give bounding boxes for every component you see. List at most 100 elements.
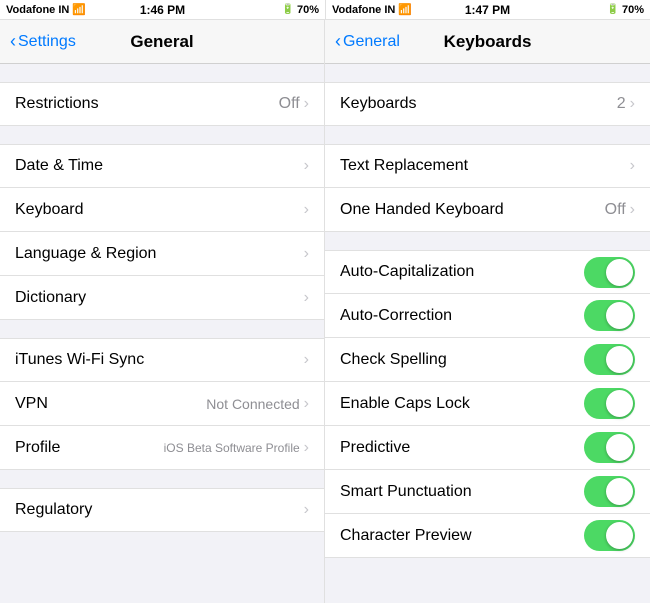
language-region-label: Language & Region — [15, 245, 156, 263]
right-nav-title: Keyboards — [444, 32, 532, 52]
language-region-cell[interactable]: Language & Region › — [0, 232, 324, 276]
auto-correct-cell[interactable]: Auto-Correction — [325, 294, 650, 338]
profile-cell[interactable]: Profile iOS Beta Software Profile › — [0, 426, 324, 470]
itunes-wifi-chevron: › — [304, 351, 309, 369]
left-gap-2 — [0, 126, 324, 144]
auto-cap-cell[interactable]: Auto-Capitalization — [325, 250, 650, 294]
auto-correct-label: Auto-Correction — [340, 307, 452, 325]
left-gap-3 — [0, 320, 324, 338]
restrictions-cell[interactable]: Restrictions Off › — [0, 82, 324, 126]
regulatory-cell[interactable]: Regulatory › — [0, 488, 324, 532]
one-handed-right: Off › — [605, 201, 635, 219]
left-nav-title: General — [130, 32, 193, 52]
keyboard-label: Keyboard — [15, 201, 84, 219]
date-time-cell[interactable]: Date & Time › — [0, 144, 324, 188]
restrictions-chevron: › — [304, 95, 309, 113]
left-group-3: iTunes Wi-Fi Sync › VPN Not Connected › … — [0, 338, 324, 470]
check-spelling-cell[interactable]: Check Spelling — [325, 338, 650, 382]
date-time-chevron: › — [304, 157, 309, 175]
left-status-right: 🔋 70% — [282, 4, 319, 16]
check-spelling-label: Check Spelling — [340, 351, 447, 369]
right-status-right: 🔋 70% — [607, 4, 644, 16]
panels: ‹ Settings General Restrictions Off › Da… — [0, 20, 650, 603]
right-status-bar: Vodafone IN 📶 1:47 PM 🔋 70% — [325, 0, 650, 20]
keyboards-count-value: 2 — [617, 95, 626, 113]
carrier-left: Vodafone IN — [6, 4, 69, 16]
char-preview-toggle[interactable] — [584, 520, 635, 551]
text-replacement-cell[interactable]: Text Replacement › — [325, 144, 650, 188]
one-handed-value: Off — [605, 201, 626, 219]
char-preview-knob — [606, 522, 633, 549]
wifi-icon-left: 📶 — [72, 3, 86, 16]
right-group-2: Text Replacement › One Handed Keyboard O… — [325, 144, 650, 232]
char-preview-cell[interactable]: Character Preview — [325, 514, 650, 558]
vpn-right: Not Connected › — [206, 395, 309, 413]
check-spelling-toggle[interactable] — [584, 344, 635, 375]
one-handed-chevron: › — [630, 201, 635, 219]
auto-correct-toggle[interactable] — [584, 300, 635, 331]
language-region-right: › — [304, 245, 309, 263]
vpn-label: VPN — [15, 395, 48, 413]
regulatory-chevron: › — [304, 501, 309, 519]
keyboards-count-cell[interactable]: Keyboards 2 › — [325, 82, 650, 126]
vpn-cell[interactable]: VPN Not Connected › — [0, 382, 324, 426]
vpn-value: Not Connected — [206, 396, 299, 412]
enable-caps-label: Enable Caps Lock — [340, 395, 470, 413]
left-back-label: Settings — [18, 33, 76, 51]
auto-cap-knob — [606, 259, 633, 286]
left-group-4: Regulatory › — [0, 488, 324, 532]
char-preview-label: Character Preview — [340, 527, 472, 545]
predictive-toggle[interactable] — [584, 432, 635, 463]
keyboards-count-chevron: › — [630, 95, 635, 113]
keyboard-cell[interactable]: Keyboard › — [0, 188, 324, 232]
itunes-wifi-label: iTunes Wi-Fi Sync — [15, 351, 144, 369]
keyboards-count-label: Keyboards — [340, 95, 417, 113]
left-gap-1 — [0, 64, 324, 82]
auto-correct-knob — [606, 302, 633, 329]
text-replacement-right: › — [630, 157, 635, 175]
right-back-button[interactable]: ‹ General — [335, 31, 400, 52]
left-gap-4 — [0, 470, 324, 488]
itunes-wifi-cell[interactable]: iTunes Wi-Fi Sync › — [0, 338, 324, 382]
auto-cap-toggle[interactable] — [584, 257, 635, 288]
dictionary-cell[interactable]: Dictionary › — [0, 276, 324, 320]
battery-left: 70% — [297, 4, 319, 16]
keyboards-count-right: 2 › — [617, 95, 635, 113]
smart-punctuation-cell[interactable]: Smart Punctuation — [325, 470, 650, 514]
check-spelling-knob — [606, 346, 633, 373]
left-back-chevron: ‹ — [10, 31, 16, 52]
right-gap-2 — [325, 126, 650, 144]
restrictions-value: Off — [279, 95, 300, 113]
restrictions-label: Restrictions — [15, 95, 99, 113]
right-group-3: Auto-Capitalization Auto-Correction Chec… — [325, 250, 650, 558]
enable-caps-toggle[interactable] — [584, 388, 635, 419]
smart-punctuation-toggle[interactable] — [584, 476, 635, 507]
vpn-chevron: › — [304, 395, 309, 413]
left-gap-5 — [0, 532, 324, 550]
left-group-1: Restrictions Off › — [0, 82, 324, 126]
regulatory-label: Regulatory — [15, 501, 92, 519]
left-status-left: Vodafone IN 📶 — [6, 3, 86, 16]
left-back-button[interactable]: ‹ Settings — [10, 31, 76, 52]
one-handed-cell[interactable]: One Handed Keyboard Off › — [325, 188, 650, 232]
profile-value: iOS Beta Software Profile — [164, 441, 300, 455]
battery-icon-left: 🔋 — [282, 4, 294, 15]
left-group-2: Date & Time › Keyboard › Language & Regi… — [0, 144, 324, 320]
text-replacement-chevron: › — [630, 157, 635, 175]
enable-caps-cell[interactable]: Enable Caps Lock — [325, 382, 650, 426]
smart-punctuation-knob — [606, 478, 633, 505]
right-nav-bar: ‹ General Keyboards — [325, 20, 650, 64]
right-group-1: Keyboards 2 › — [325, 82, 650, 126]
wifi-icon-right: 📶 — [398, 3, 412, 16]
language-region-chevron: › — [304, 245, 309, 263]
auto-cap-label: Auto-Capitalization — [340, 263, 474, 281]
enable-caps-knob — [606, 390, 633, 417]
right-gap-1 — [325, 64, 650, 82]
predictive-cell[interactable]: Predictive — [325, 426, 650, 470]
profile-right: iOS Beta Software Profile › — [164, 439, 309, 457]
keyboard-right: › — [304, 201, 309, 219]
keyboard-chevron: › — [304, 201, 309, 219]
right-panel: ‹ General Keyboards Keyboards 2 › Text R… — [325, 20, 650, 603]
battery-icon-right: 🔋 — [607, 4, 619, 15]
date-time-right: › — [304, 157, 309, 175]
